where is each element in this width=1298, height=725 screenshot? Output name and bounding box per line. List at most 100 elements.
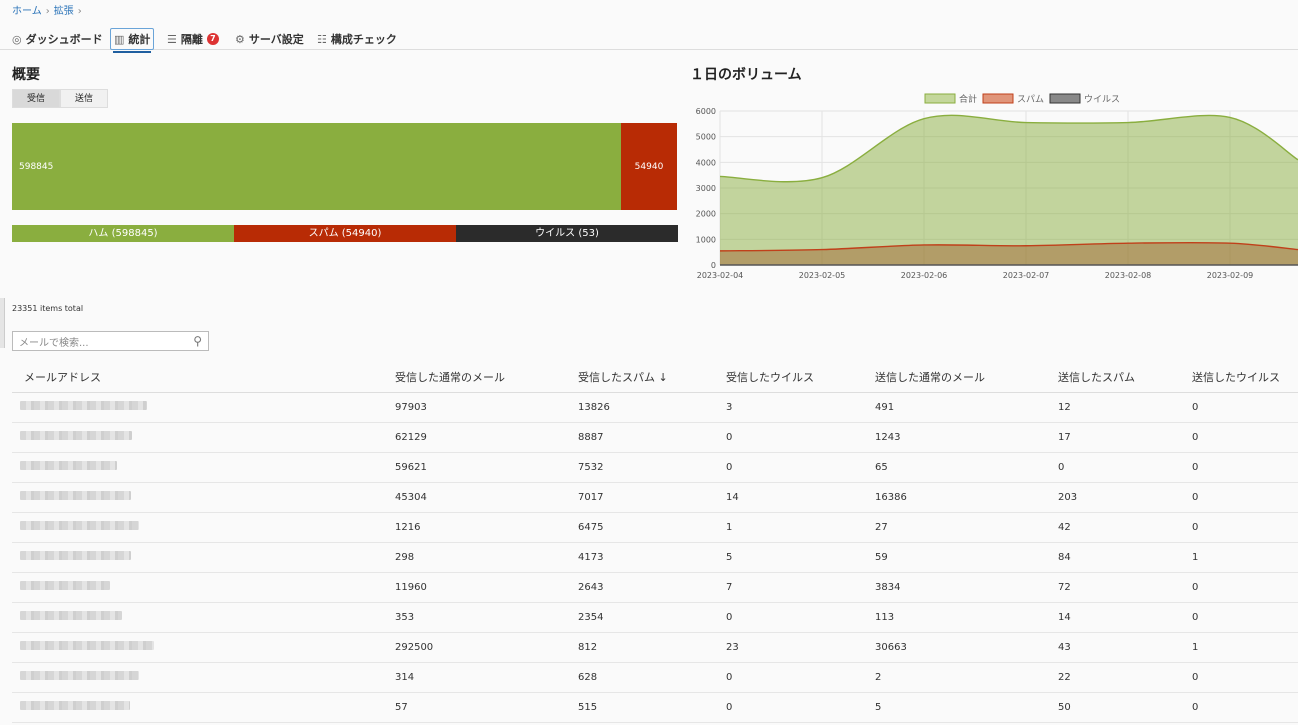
email-stats-table: メールアドレス 受信した通常のメール 受信したスパム ↓ 受信したウイルス 送信… bbox=[12, 362, 1298, 723]
col-in-spam[interactable]: 受信したスパム ↓ bbox=[578, 362, 726, 393]
x-tick-label: 2023-02-04 bbox=[697, 271, 744, 280]
table-cell: 0 bbox=[726, 602, 875, 633]
y-tick-label: 6000 bbox=[696, 107, 716, 116]
email-address-cell bbox=[12, 422, 395, 453]
breadcrumb-home[interactable]: ホーム bbox=[12, 6, 42, 17]
items-total: 23351 items total bbox=[12, 304, 84, 313]
table-cell: 3834 bbox=[875, 572, 1058, 603]
table-cell: 43 bbox=[1058, 632, 1192, 663]
table-row[interactable]: 45304 7017 14 16386 203 0 bbox=[12, 482, 1298, 513]
tab-dashboard[interactable]: ◎ ダッシュボード bbox=[12, 28, 103, 50]
x-tick-label: 2023-02-08 bbox=[1105, 271, 1152, 280]
toggle-outbound[interactable]: 送信 bbox=[60, 89, 109, 108]
side-handle[interactable] bbox=[0, 298, 5, 348]
table-cell: 11960 bbox=[395, 572, 578, 603]
legend-swatch bbox=[1049, 93, 1081, 104]
table-cell: 0 bbox=[1192, 392, 1298, 423]
table-cell: 7532 bbox=[578, 452, 726, 483]
table-row[interactable]: 59621 7532 0 65 0 0 bbox=[12, 452, 1298, 483]
redacted-email bbox=[20, 641, 154, 650]
col-in-virus[interactable]: 受信したウイルス bbox=[726, 362, 875, 393]
table-cell: 16386 bbox=[875, 482, 1058, 513]
email-address-cell bbox=[12, 662, 395, 693]
table-cell: 812 bbox=[578, 632, 726, 663]
email-address-cell bbox=[12, 542, 395, 573]
redacted-email bbox=[20, 671, 139, 680]
tab-server-settings[interactable]: ⚙ サーバ設定 bbox=[235, 28, 304, 50]
table-row[interactable]: 314 628 0 2 22 0 bbox=[12, 662, 1298, 693]
redacted-email bbox=[20, 611, 122, 620]
table-cell: 203 bbox=[1058, 482, 1192, 513]
legend-swatch bbox=[924, 93, 956, 104]
x-tick-label: 2023-02-07 bbox=[1003, 271, 1050, 280]
overview-title: 概要 bbox=[12, 67, 40, 83]
overview-bar: 598845 54940 bbox=[12, 123, 678, 210]
y-tick-label: 5000 bbox=[696, 133, 716, 142]
y-tick-label: 3000 bbox=[696, 184, 716, 193]
search-input[interactable]: メールで検索... ⚲ bbox=[12, 331, 209, 351]
table-cell: 22 bbox=[1058, 662, 1192, 693]
col-out-spam[interactable]: 送信したスパム bbox=[1058, 362, 1192, 393]
table-row[interactable]: 292500 812 23 30663 43 1 bbox=[12, 632, 1298, 663]
table-row[interactable]: 57 515 0 5 50 0 bbox=[12, 692, 1298, 723]
legend-label: スパム bbox=[1017, 94, 1044, 105]
table-cell: 30663 bbox=[875, 632, 1058, 663]
table-cell: 0 bbox=[1192, 692, 1298, 723]
direction-toggle: 受信 送信 bbox=[12, 89, 109, 108]
legend-spam: スパム (54940) bbox=[234, 225, 456, 242]
table-cell: 0 bbox=[1192, 452, 1298, 483]
table-cell: 12 bbox=[1058, 392, 1192, 423]
email-address-cell bbox=[12, 392, 395, 423]
table-cell: 72 bbox=[1058, 572, 1192, 603]
table-row[interactable]: 62129 8887 0 1243 17 0 bbox=[12, 422, 1298, 453]
redacted-email bbox=[20, 551, 131, 560]
table-cell: 298 bbox=[395, 542, 578, 573]
redacted-email bbox=[20, 491, 131, 500]
tab-statistics[interactable]: ▥ 統計 bbox=[110, 28, 155, 53]
table-cell: 59621 bbox=[395, 452, 578, 483]
col-in-normal[interactable]: 受信した通常のメール bbox=[395, 362, 578, 393]
table-cell: 0 bbox=[726, 452, 875, 483]
volume-title: １日のボリューム bbox=[690, 67, 802, 83]
tab-quarantine[interactable]: ☰ 隔離 7 bbox=[167, 28, 219, 50]
table-cell: 27 bbox=[875, 512, 1058, 543]
table-cell: 515 bbox=[578, 692, 726, 723]
table-cell: 1 bbox=[726, 512, 875, 543]
table-cell: 0 bbox=[726, 422, 875, 453]
breadcrumb-extension[interactable]: 拡張 bbox=[54, 6, 74, 17]
col-out-normal[interactable]: 送信した通常のメール bbox=[875, 362, 1058, 393]
table-row[interactable]: 1216 6475 1 27 42 0 bbox=[12, 512, 1298, 543]
table-cell: 17 bbox=[1058, 422, 1192, 453]
y-tick-label: 4000 bbox=[696, 158, 716, 167]
table-cell: 7 bbox=[726, 572, 875, 603]
table-cell: 353 bbox=[395, 602, 578, 633]
table-row[interactable]: 97903 13826 3 491 12 0 bbox=[12, 392, 1298, 423]
table-cell: 42 bbox=[1058, 512, 1192, 543]
table-cell: 14 bbox=[1058, 602, 1192, 633]
legend-ham: ハム (598845) bbox=[12, 225, 234, 242]
table-cell: 2643 bbox=[578, 572, 726, 603]
stats-icon: ▥ bbox=[114, 32, 125, 46]
table-row[interactable]: 298 4173 5 59 84 1 bbox=[12, 542, 1298, 573]
legend-swatch bbox=[982, 93, 1014, 104]
table-cell: 65 bbox=[875, 452, 1058, 483]
chevron-right-icon: › bbox=[77, 6, 82, 17]
overview-legend: ハム (598845) スパム (54940) ウイルス (53) bbox=[12, 225, 678, 242]
y-tick-label: 1000 bbox=[696, 235, 716, 244]
spam-bar-segment: 54940 bbox=[621, 123, 677, 210]
dashboard-icon: ◎ bbox=[12, 32, 22, 46]
table-cell: 62129 bbox=[395, 422, 578, 453]
toggle-inbound[interactable]: 受信 bbox=[12, 89, 61, 108]
table-cell: 4173 bbox=[578, 542, 726, 573]
table-cell: 57 bbox=[395, 692, 578, 723]
tab-config-check[interactable]: ☷ 構成チェック bbox=[317, 28, 397, 50]
table-cell: 314 bbox=[395, 662, 578, 693]
table-row[interactable]: 353 2354 0 113 14 0 bbox=[12, 602, 1298, 633]
col-out-virus[interactable]: 送信したウイルス bbox=[1192, 362, 1298, 393]
x-tick-label: 2023-02-09 bbox=[1207, 271, 1254, 280]
breadcrumb: ホーム › 拡張 › bbox=[12, 2, 86, 17]
table-row[interactable]: 11960 2643 7 3834 72 0 bbox=[12, 572, 1298, 603]
redacted-email bbox=[20, 431, 132, 440]
search-icon[interactable]: ⚲ bbox=[193, 334, 202, 348]
col-email[interactable]: メールアドレス bbox=[12, 362, 395, 393]
